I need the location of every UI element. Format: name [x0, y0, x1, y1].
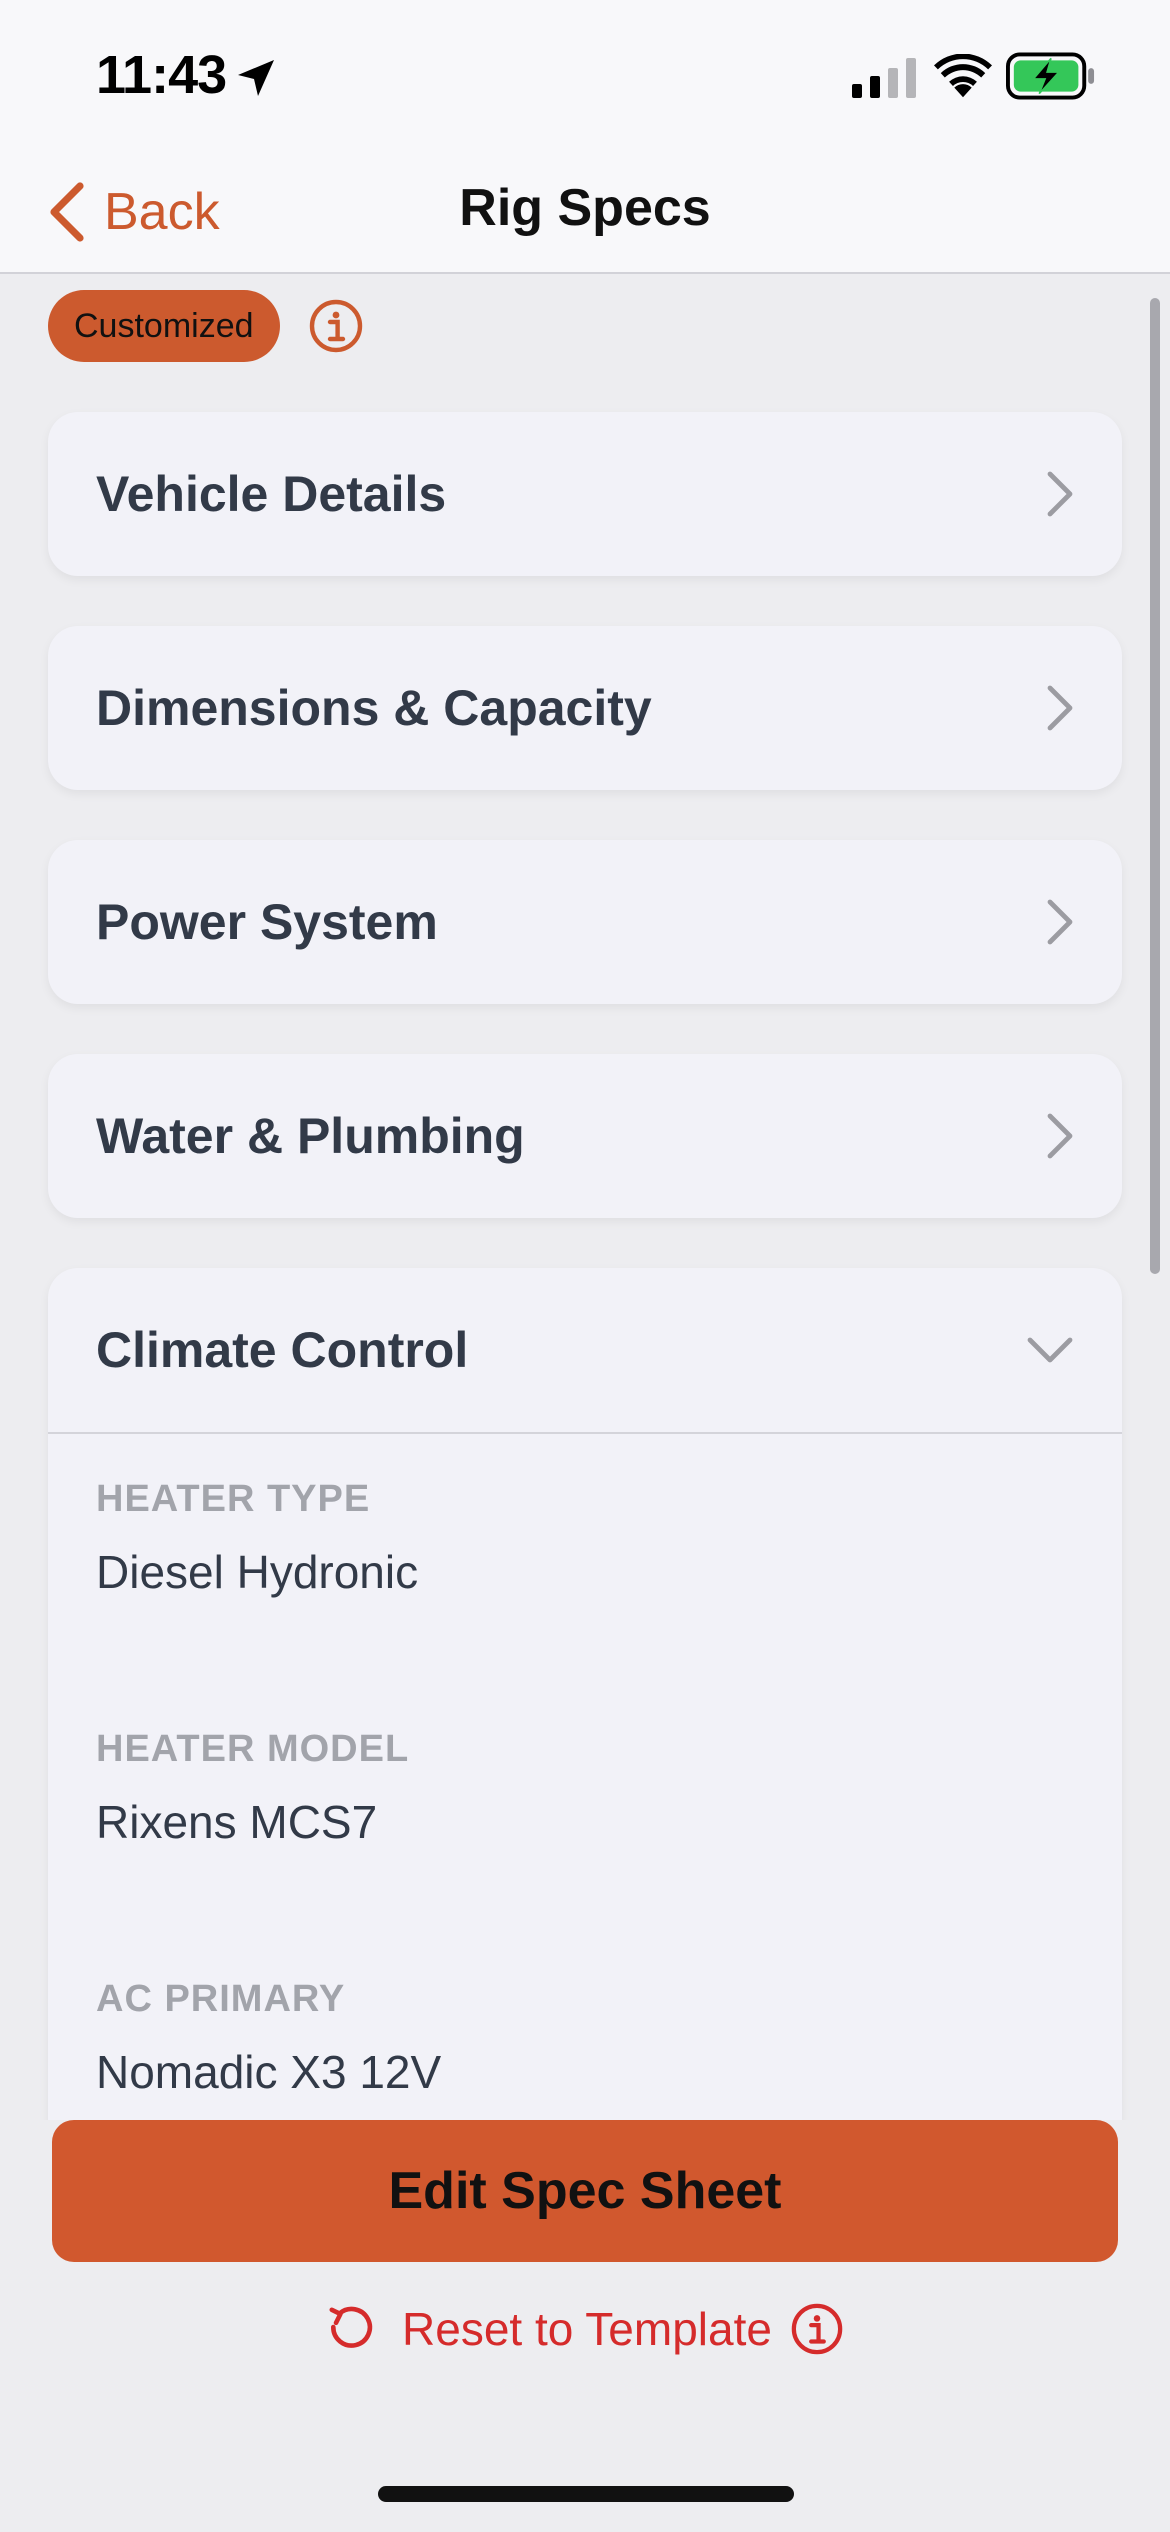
chevron-right-icon	[1047, 471, 1073, 517]
section-header[interactable]: Dimensions & Capacity	[48, 626, 1122, 790]
section-power-system[interactable]: Power System	[48, 840, 1122, 1004]
spec-field-heater-model: HEATER MODEL Rixens MCS7	[48, 1684, 1122, 1934]
spec-label: HEATER MODEL	[96, 1728, 410, 1770]
spec-value: Rixens MCS7	[96, 1796, 378, 1848]
reset-arrow-icon	[329, 2306, 373, 2348]
spec-value: Nomadic X3 12V	[96, 2046, 442, 2098]
info-icon[interactable]	[790, 2302, 844, 2356]
section-title: Power System	[96, 894, 438, 950]
wifi-icon	[934, 54, 992, 98]
section-title: Climate Control	[96, 1322, 469, 1378]
navigation-bar: Back Rig Specs	[0, 150, 1170, 274]
info-icon[interactable]	[308, 298, 364, 354]
spec-scroll-area[interactable]: Customized Vehicle Details Dimensions & …	[0, 276, 1170, 2120]
reset-to-template-button[interactable]: Reset to Template	[0, 2294, 1170, 2364]
edit-spec-sheet-button[interactable]: Edit Spec Sheet	[52, 2120, 1118, 2262]
chevron-down-icon	[1027, 1337, 1073, 1363]
section-header[interactable]: Power System	[48, 840, 1122, 1004]
section-title: Vehicle Details	[96, 466, 447, 522]
section-climate-control: Climate Control HEATER TYPE Diesel Hydro…	[48, 1268, 1122, 2120]
chevron-right-icon	[1047, 1113, 1073, 1159]
cellular-signal-icon	[852, 58, 916, 98]
spec-label: HEATER TYPE	[96, 1478, 371, 1520]
page-title: Rig Specs	[459, 179, 711, 237]
home-indicator[interactable]	[378, 2486, 794, 2502]
spec-value: Diesel Hydronic	[96, 1546, 419, 1598]
section-header[interactable]: Climate Control	[48, 1268, 1122, 1432]
section-water-plumbing[interactable]: Water & Plumbing	[48, 1054, 1122, 1218]
battery-charging-icon	[1006, 52, 1095, 100]
spec-field-heater-type: HEATER TYPE Diesel Hydronic	[48, 1434, 1122, 1684]
customized-badge: Customized	[48, 290, 280, 362]
chevron-right-icon	[1047, 899, 1073, 945]
status-time: 11:43	[96, 45, 227, 105]
spec-label: AC PRIMARY	[96, 1978, 346, 2020]
section-title: Dimensions & Capacity	[96, 680, 652, 736]
section-header[interactable]: Vehicle Details	[48, 412, 1122, 576]
spec-field-ac-primary: AC PRIMARY Nomadic X3 12V	[48, 1934, 1122, 2120]
section-vehicle-details[interactable]: Vehicle Details	[48, 412, 1122, 576]
status-bar: 11:43	[0, 0, 1170, 150]
location-arrow-icon	[238, 60, 274, 96]
chevron-right-icon	[1047, 685, 1073, 731]
scroll-indicator[interactable]	[1150, 298, 1160, 1274]
section-dimensions-capacity[interactable]: Dimensions & Capacity	[48, 626, 1122, 790]
reset-label: Reset to Template	[402, 2303, 772, 2355]
customized-badge-row: Customized	[48, 290, 364, 362]
section-header[interactable]: Water & Plumbing	[48, 1054, 1122, 1218]
section-title: Water & Plumbing	[96, 1108, 525, 1164]
